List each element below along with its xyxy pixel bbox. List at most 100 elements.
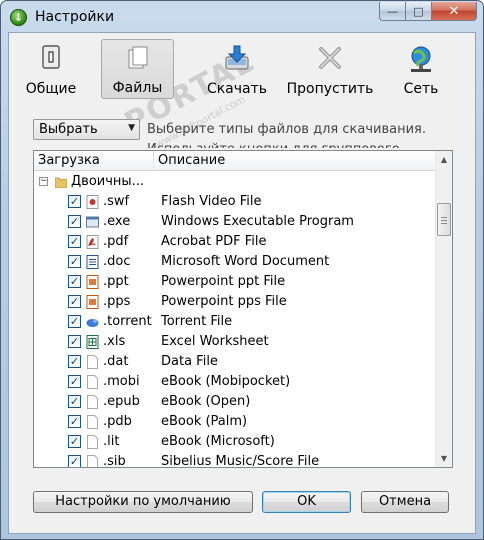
collapse-icon[interactable]: −	[39, 177, 48, 186]
app-download-icon: ↓	[10, 9, 27, 26]
row-extension: .epub	[103, 394, 140, 409]
list-item[interactable]: ✓ .pdb eBook (Palm)	[34, 412, 435, 432]
scroll-down-icon[interactable]: ▼	[436, 450, 452, 467]
row-extension: .sib	[103, 454, 126, 468]
exe-file-icon	[86, 216, 99, 228]
tab-network[interactable]: Сеть	[399, 39, 443, 99]
xls-file-icon	[86, 335, 99, 349]
window-title: Настройки	[35, 9, 115, 25]
row-extension: .mobi	[103, 374, 140, 389]
list-item[interactable]: ✓ .pps Powerpoint pps File	[34, 292, 435, 312]
tab-files-label: Файлы	[112, 80, 163, 96]
generic-file-icon	[87, 435, 98, 449]
tab-network-label: Сеть	[403, 81, 439, 97]
chevron-down-icon: ▼	[128, 123, 135, 133]
list-item[interactable]: ✓ .pdf Acrobat PDF File	[34, 232, 435, 252]
general-icon	[42, 45, 60, 69]
torrent-file-icon	[86, 319, 99, 327]
tab-general[interactable]: Общие	[23, 39, 79, 99]
doc-file-icon	[86, 255, 99, 269]
column-download[interactable]: Загрузка	[34, 151, 154, 171]
thumb-grip-line	[441, 223, 447, 224]
list-item[interactable]: ✓ .ppt Powerpoint ppt File	[34, 272, 435, 292]
row-checkbox[interactable]: ✓	[68, 315, 81, 328]
thumb-grip-line	[441, 220, 447, 221]
list-item[interactable]: ✓ .xls Excel Worksheet	[34, 332, 435, 352]
list-rows: − Двоичны... ✓ .swf Flash Video File ✓ .…	[34, 172, 435, 468]
row-description: Torrent File	[161, 314, 233, 329]
row-checkbox[interactable]: ✓	[68, 375, 81, 388]
cancel-button[interactable]: Отмена	[361, 491, 449, 513]
column-description[interactable]: Описание	[154, 151, 435, 171]
row-extension: .dat	[103, 354, 129, 369]
row-description: eBook (Microsoft)	[161, 434, 275, 449]
maximize-button[interactable]: □	[406, 2, 432, 21]
list-item[interactable]: ✓ .torrent Torrent File	[34, 312, 435, 332]
pdf-file-icon	[86, 235, 99, 249]
list-item[interactable]: ✓ .swf Flash Video File	[34, 192, 435, 212]
list-item[interactable]: ✓ .epub eBook (Open)	[34, 392, 435, 412]
select-dropdown[interactable]: Выбрать ▼	[33, 119, 140, 140]
row-checkbox[interactable]: ✓	[68, 215, 81, 228]
row-checkbox[interactable]: ✓	[68, 255, 81, 268]
tab-download-label: Скачать	[206, 81, 268, 97]
scroll-up-icon[interactable]: ▲	[436, 151, 452, 168]
row-description: Acrobat PDF File	[161, 234, 267, 249]
group-label: Двоичны...	[71, 174, 145, 189]
row-description: eBook (Mobipocket)	[161, 374, 291, 389]
generic-file-icon	[87, 455, 98, 467]
list-item[interactable]: ✓ .lit eBook (Microsoft)	[34, 432, 435, 452]
list-item[interactable]: ✓ .sib Sibelius Music/Score File	[34, 452, 435, 468]
row-extension: .doc	[103, 254, 131, 269]
row-checkbox[interactable]: ✓	[68, 195, 81, 208]
pps-file-icon	[86, 295, 99, 309]
file-types-list[interactable]: Загрузка Описание − Двоичны... ✓ .swf Fl…	[33, 150, 453, 468]
category-toolbar: Общие Файлы Скачать Пропустить Сеть	[9, 33, 475, 105]
row-checkbox[interactable]: ✓	[68, 395, 81, 408]
group-row-binary[interactable]: − Двоичны...	[34, 172, 435, 192]
ppt-file-icon	[86, 275, 99, 289]
selection-controls: Выбрать ▼ Выберите типы файлов для скачи…	[33, 119, 463, 149]
row-description: Microsoft Word Document	[161, 254, 330, 269]
row-description: eBook (Palm)	[161, 414, 248, 429]
dialog-buttons: Настройки по умолчанию OK Отмена	[9, 491, 475, 517]
title-bar[interactable]: ↓ Настройки — □ ✕	[1, 1, 483, 33]
row-extension: .pdf	[103, 234, 129, 249]
row-checkbox[interactable]: ✓	[68, 455, 81, 467]
row-extension: .lit	[103, 434, 120, 449]
select-value: Выбрать	[39, 122, 98, 137]
swf-file-icon	[86, 195, 99, 209]
list-item[interactable]: ✓ .exe Windows Executable Program	[34, 212, 435, 232]
files-icon	[128, 46, 147, 69]
download-icon	[225, 45, 249, 70]
folder-icon	[55, 177, 67, 188]
row-description: Data File	[161, 354, 218, 369]
generic-file-icon	[87, 375, 98, 389]
close-button[interactable]: ✕	[432, 2, 477, 21]
row-checkbox[interactable]: ✓	[68, 235, 81, 248]
restore-defaults-button[interactable]: Настройки по умолчанию	[33, 491, 253, 513]
generic-file-icon	[87, 395, 98, 409]
list-item[interactable]: ✓ .doc Microsoft Word Document	[34, 252, 435, 272]
tab-skip[interactable]: Пропустить	[285, 39, 375, 99]
scroll-thumb[interactable]	[437, 203, 451, 236]
row-checkbox[interactable]: ✓	[68, 415, 81, 428]
generic-file-icon	[87, 355, 98, 369]
row-extension: .ppt	[103, 274, 129, 289]
tab-download[interactable]: Скачать	[205, 39, 269, 99]
row-checkbox[interactable]: ✓	[68, 435, 81, 448]
tab-general-label: Общие	[25, 81, 77, 97]
tab-files[interactable]: Файлы	[101, 39, 174, 99]
row-extension: .pdb	[103, 414, 132, 429]
hint-text: Выберите типы файлов для скачивания. Исп…	[147, 122, 426, 148]
vertical-scrollbar[interactable]: ▲ ▼	[435, 151, 452, 467]
list-item[interactable]: ✓ .mobi eBook (Mobipocket)	[34, 372, 435, 392]
minimize-button[interactable]: —	[379, 2, 406, 21]
skip-icon	[319, 47, 341, 69]
ok-button[interactable]: OK	[262, 491, 351, 513]
list-item[interactable]: ✓ .dat Data File	[34, 352, 435, 372]
row-checkbox[interactable]: ✓	[68, 275, 81, 288]
row-checkbox[interactable]: ✓	[68, 295, 81, 308]
row-checkbox[interactable]: ✓	[68, 355, 81, 368]
row-checkbox[interactable]: ✓	[68, 335, 81, 348]
